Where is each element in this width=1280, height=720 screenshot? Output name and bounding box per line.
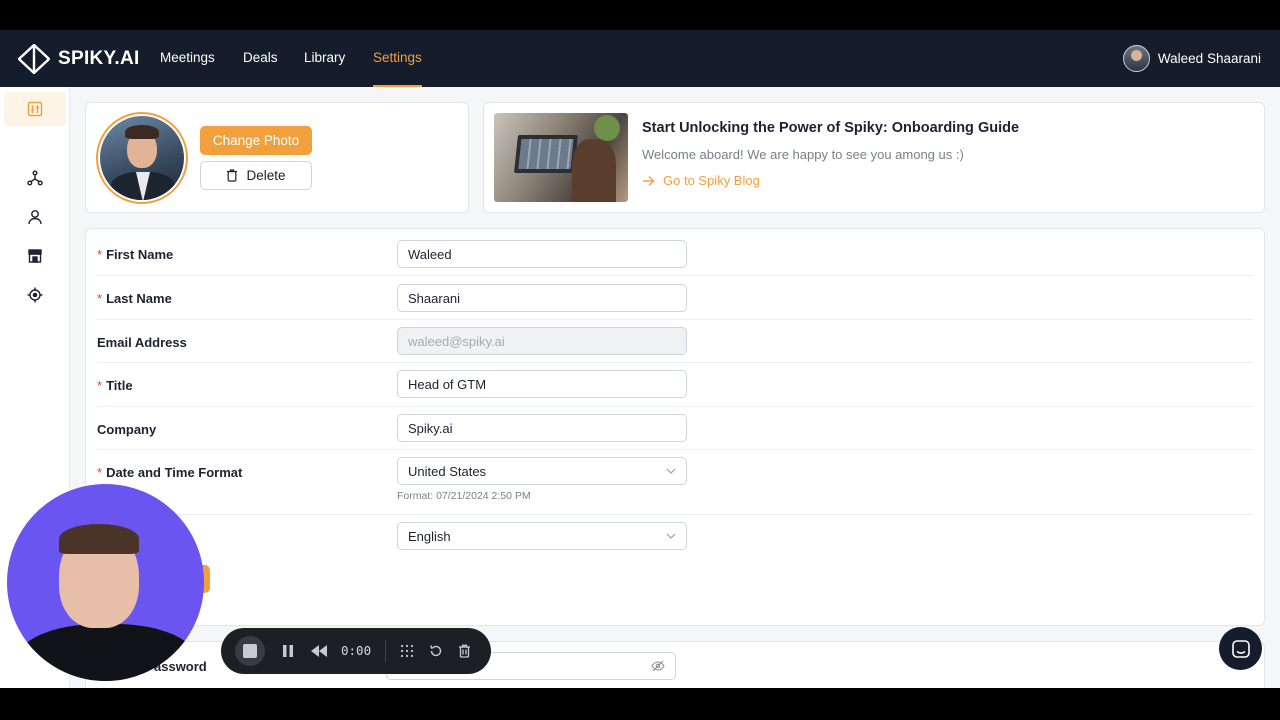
onboarding-blog-card: Start Unlocking the Power of Spiky: Onbo… (483, 102, 1265, 213)
toolbar-divider (385, 640, 386, 662)
first-name-label: * First Name (97, 247, 174, 262)
sidebar-item-company[interactable] (4, 239, 66, 273)
logout-icon (26, 687, 44, 688)
last-name-input[interactable]: Shaarani (397, 284, 687, 312)
pause-icon (283, 645, 293, 657)
first-name-input[interactable]: Waleed (397, 240, 687, 268)
store-icon (28, 249, 42, 263)
company-input[interactable]: Spiky.ai (397, 414, 687, 442)
top-navbar: SPIKY.AI Meetings Deals Library Settings… (0, 30, 1280, 87)
user-icon (28, 210, 42, 225)
stop-icon (243, 644, 257, 658)
chevron-down-icon (666, 533, 676, 539)
pause-button[interactable] (275, 628, 301, 674)
rewind-button[interactable] (305, 628, 333, 674)
date-format-label: * Date and Time Format (97, 465, 243, 480)
form-row-email: Email Address waleed@spiky.ai (97, 320, 1253, 363)
active-tab-indicator (373, 85, 422, 87)
email-label: Email Address (97, 335, 187, 350)
form-row-company: Company Spiky.ai (97, 407, 1253, 450)
network-icon (27, 170, 43, 186)
blog-title: Start Unlocking the Power of Spiky: Onbo… (642, 120, 1020, 136)
title-label: * Title (97, 378, 133, 393)
date-format-hint: Format: 07/21/2024 2:50 PM (397, 490, 531, 502)
language-select[interactable]: English (397, 522, 687, 550)
title-input[interactable]: Head of GTM (397, 370, 687, 398)
recording-toolbar: 0:00 (221, 628, 491, 674)
date-format-select[interactable]: United States (397, 457, 687, 485)
grid-button[interactable] (395, 628, 419, 674)
avatar (1122, 45, 1150, 72)
form-row-first-name: * First Name Waleed (97, 229, 1253, 276)
form-row-date-format: * Date and Time Format United States Form… (97, 450, 1253, 515)
logo[interactable]: SPIKY.AI (18, 44, 140, 74)
restart-icon (430, 645, 442, 657)
profile-photo-card: Change Photo Delete (85, 102, 469, 213)
chevron-down-icon (666, 468, 676, 474)
nav-library[interactable]: Library (304, 50, 345, 65)
nav-deals[interactable]: Deals (243, 50, 278, 65)
sidebar-item-integrations[interactable] (4, 161, 66, 195)
date-format-value: United States (408, 463, 487, 479)
eye-off-icon[interactable] (651, 660, 665, 672)
delete-label: Delete (246, 168, 286, 183)
email-field: waleed@spiky.ai (397, 327, 687, 355)
profile-form-card: * First Name Waleed * Last Name Shaarani E… (85, 228, 1265, 626)
discard-button[interactable] (452, 628, 476, 674)
stop-button[interactable] (234, 628, 266, 674)
profile-photo (96, 112, 188, 204)
logo-text: SPIKY.AI (58, 48, 140, 69)
sidebar-item-targets[interactable] (4, 278, 66, 312)
blog-link-label: Go to Spiky Blog (663, 173, 760, 188)
dots-grid-icon (400, 644, 414, 658)
sidebar-item-settings[interactable] (4, 92, 66, 126)
user-menu[interactable]: Waleed Shaarani (1122, 45, 1261, 72)
target-icon (27, 287, 43, 303)
delete-photo-button[interactable]: Delete (200, 161, 312, 190)
chat-icon (1231, 639, 1250, 658)
logo-icon (18, 44, 50, 74)
nav-meetings[interactable]: Meetings (160, 50, 215, 65)
chat-launcher-button[interactable] (1219, 627, 1262, 670)
blog-subtitle: Welcome aboard! We are happy to see you … (642, 147, 964, 162)
trash-icon (227, 169, 238, 182)
restart-button[interactable] (424, 628, 448, 674)
rewind-icon (311, 645, 327, 657)
user-name: Waleed Shaarani (1157, 51, 1261, 66)
blog-link[interactable]: Go to Spiky Blog (642, 173, 760, 188)
webcam-bubble[interactable] (7, 484, 204, 681)
form-row-title: * Title Head of GTM (97, 363, 1253, 407)
language-value: English (408, 528, 451, 544)
company-label: Company (97, 422, 157, 437)
last-name-label: * Last Name (97, 291, 172, 306)
sliders-icon (27, 101, 43, 117)
form-row-last-name: * Last Name Shaarani (97, 276, 1253, 320)
recording-timer: 0:00 (341, 643, 372, 658)
form-row-language: English (97, 515, 1253, 565)
arrow-right-icon (643, 175, 655, 186)
trash-icon (458, 644, 470, 658)
blog-thumbnail (494, 113, 628, 202)
sidebar-item-profile[interactable] (4, 200, 66, 234)
nav-settings[interactable]: Settings (373, 50, 422, 65)
change-photo-button[interactable]: Change Photo (200, 126, 312, 155)
